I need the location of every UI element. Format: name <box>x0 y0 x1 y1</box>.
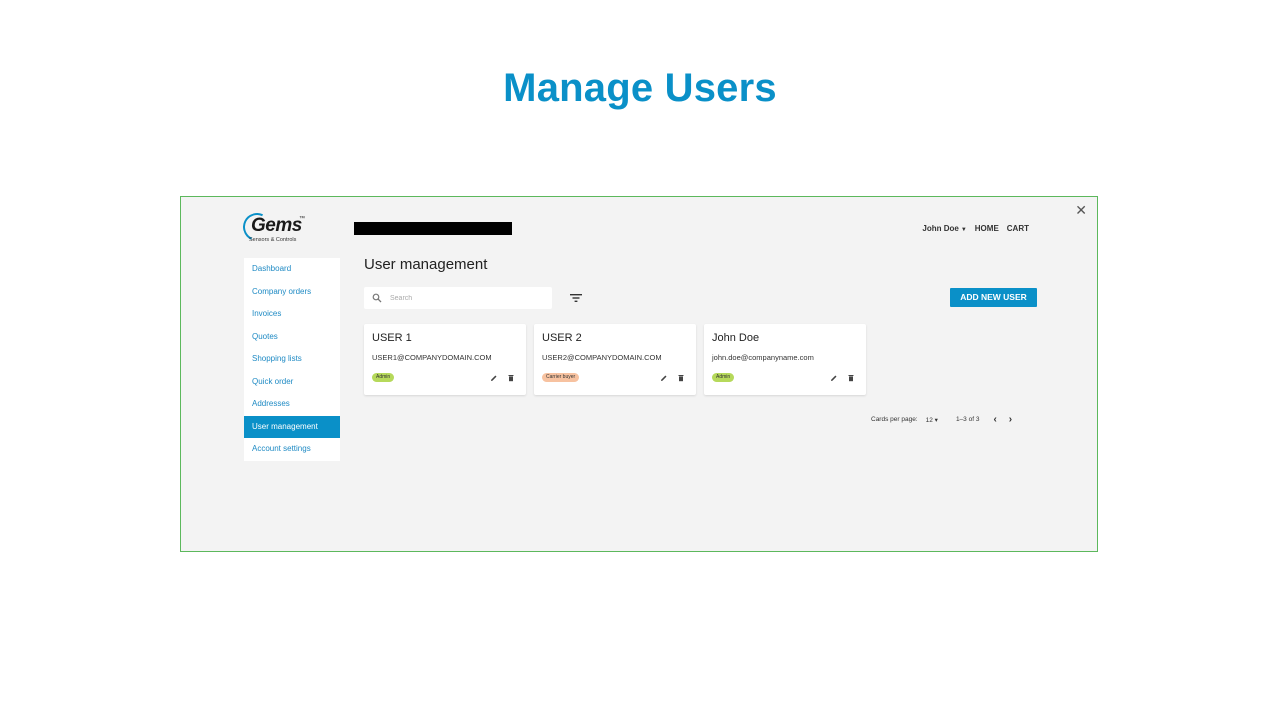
user-menu-label: John Doe <box>922 224 959 233</box>
sidebar-item-quotes[interactable]: Quotes <box>244 326 340 349</box>
logo-subtitle: Sensors & Controls <box>249 237 297 243</box>
pagination: Cards per page: 12 ▾ 1–3 of 3 ‹ › <box>871 414 1012 425</box>
delete-icon[interactable] <box>847 374 855 382</box>
sidebar-item-addresses[interactable]: Addresses <box>244 393 340 416</box>
user-menu[interactable]: John Doe ▼ <box>922 224 966 233</box>
caret-down-icon: ▾ <box>934 416 938 424</box>
logo[interactable]: Gems ™ Sensors & Controls <box>239 209 309 245</box>
caret-down-icon: ▼ <box>960 227 967 233</box>
search-icon <box>372 293 382 303</box>
user-card-name: John Doe <box>712 332 760 344</box>
user-card-email: USER2@COMPANYDOMAIN.COM <box>542 353 662 362</box>
user-card-name: USER 1 <box>372 332 412 344</box>
delete-icon[interactable] <box>677 374 685 382</box>
cards-per-page-select[interactable]: 12 ▾ <box>926 416 938 424</box>
cards-per-page-value: 12 <box>925 416 933 424</box>
page-range: 1–3 of 3 <box>955 416 980 423</box>
sidebar-item-shopping-lists[interactable]: Shopping lists <box>244 348 340 371</box>
slide-title: Manage Users <box>503 66 777 110</box>
sidebar-item-account-settings[interactable]: Account settings <box>244 438 340 461</box>
top-nav: John Doe ▼ HOME CART <box>922 224 1029 233</box>
role-badge: Admin <box>372 373 395 382</box>
search-input[interactable] <box>390 291 540 305</box>
logo-tm: ™ <box>299 216 305 222</box>
logo-word: Gems <box>251 215 302 236</box>
edit-icon[interactable] <box>830 374 838 382</box>
sidebar-item-quick-order[interactable]: Quick order <box>244 371 340 394</box>
app-window: ✕ Gems ™ Sensors & Controls John Doe ▼ HO… <box>180 196 1098 552</box>
sidebar-item-user-management[interactable]: User management <box>244 415 340 438</box>
user-card-email: john.doe@companyname.com <box>712 353 814 362</box>
edit-icon[interactable] <box>660 374 668 382</box>
cards-per-page-label: Cards per page: <box>871 416 918 423</box>
delete-icon[interactable] <box>507 374 515 382</box>
role-badge: Admin <box>712 373 735 382</box>
user-card[interactable]: John Doe john.doe@companyname.com Admin <box>704 324 866 395</box>
user-card[interactable]: USER 2 USER2@COMPANYDOMAIN.COM Carrier b… <box>534 324 696 395</box>
sidebar-item-dashboard[interactable]: Dashboard <box>244 258 340 281</box>
cart-link[interactable]: CART <box>1007 224 1029 233</box>
sidebar-item-invoices[interactable]: Invoices <box>244 303 340 326</box>
redacted-bar <box>354 222 512 235</box>
sidebar-item-company-orders[interactable]: Company orders <box>244 281 340 304</box>
user-card-email: USER1@COMPANYDOMAIN.COM <box>372 353 492 362</box>
add-new-user-button[interactable]: ADD NEW USER <box>950 288 1037 307</box>
filter-icon[interactable] <box>569 292 583 304</box>
edit-icon[interactable] <box>490 374 498 382</box>
next-page-icon[interactable]: › <box>1009 414 1012 425</box>
page-title: User management <box>364 256 488 273</box>
prev-page-icon[interactable]: ‹ <box>993 414 996 425</box>
home-link[interactable]: HOME <box>975 224 999 233</box>
sidebar: Dashboard Company orders Invoices Quotes… <box>244 258 340 461</box>
search-box <box>364 287 552 309</box>
user-card[interactable]: USER 1 USER1@COMPANYDOMAIN.COM Admin <box>364 324 526 395</box>
user-card-name: USER 2 <box>542 332 582 344</box>
role-badge: Carrier buyer <box>542 373 580 382</box>
close-icon[interactable]: ✕ <box>1075 203 1087 217</box>
